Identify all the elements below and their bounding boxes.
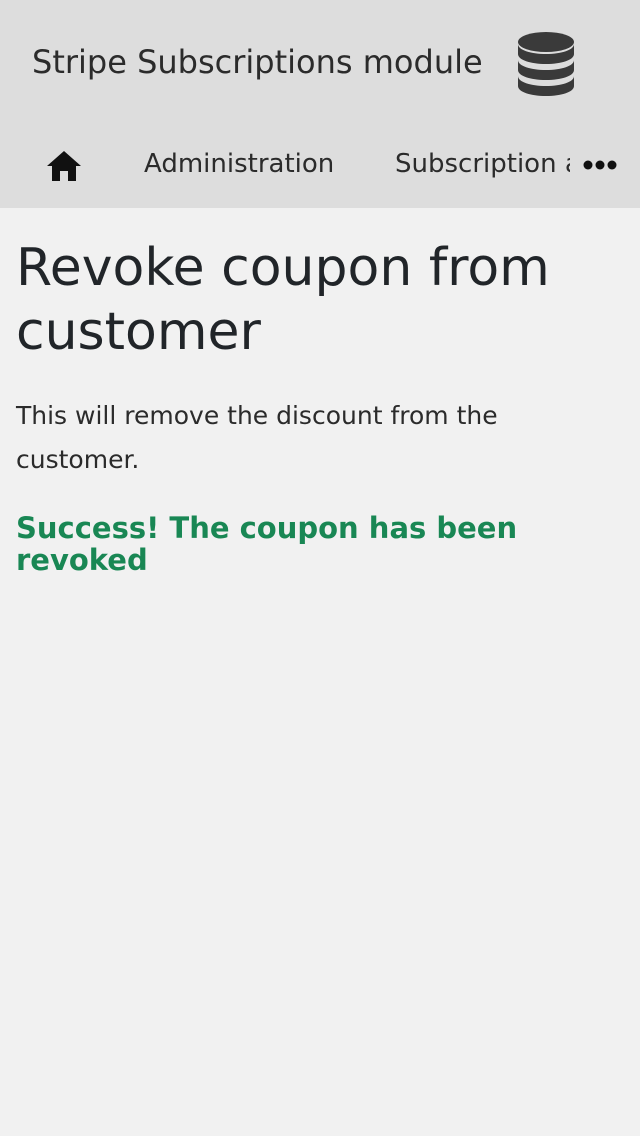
app-title: Stripe Subscriptions module <box>32 43 483 81</box>
main-content: Revoke coupon from customer This will re… <box>16 236 616 576</box>
home-icon[interactable] <box>44 148 84 184</box>
page-description: This will remove the discount from the c… <box>16 401 498 474</box>
main-nav: Administration Subscription and coupons <box>0 130 640 200</box>
nav-item-subscriptions[interactable]: Subscription and coupons <box>395 146 570 182</box>
page-title: Revoke coupon from customer <box>16 238 550 362</box>
success-message: Success! The coupon has been revoked <box>16 511 518 577</box>
more-horizontal-icon[interactable] <box>580 150 620 180</box>
nav-item-administration[interactable]: Administration <box>144 146 334 182</box>
database-icon <box>518 32 574 96</box>
app-header: Stripe Subscriptions module Administrati… <box>0 0 640 208</box>
